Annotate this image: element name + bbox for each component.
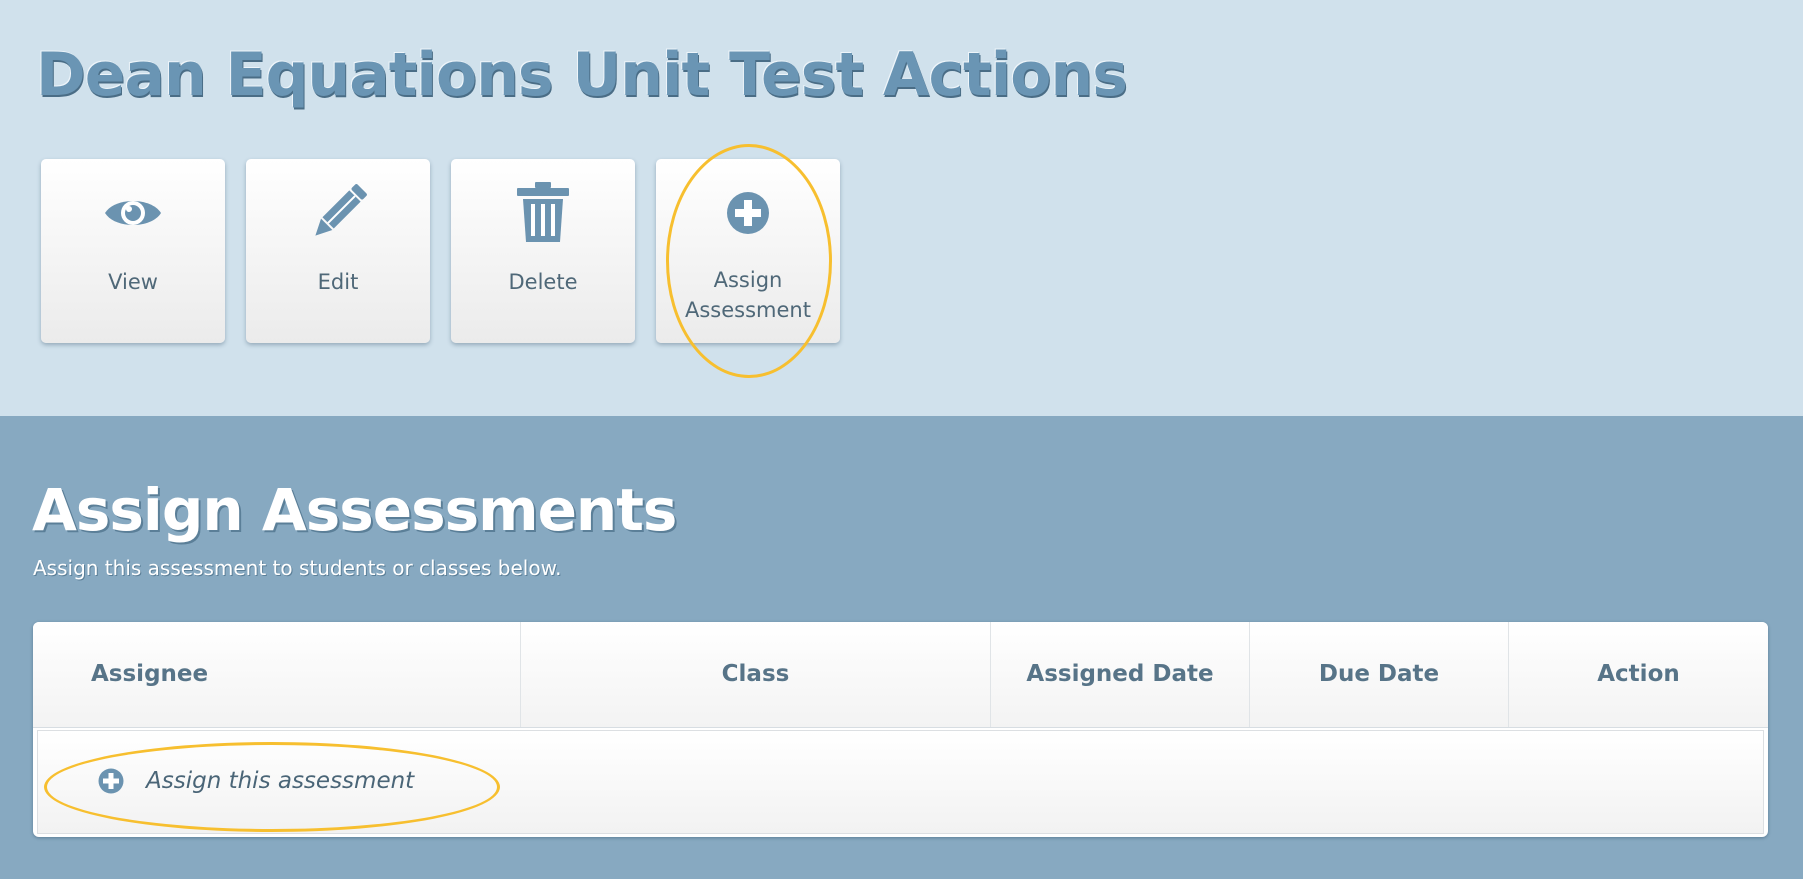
page-title: Dean Equations Unit Test Actions <box>36 40 1128 110</box>
assign-assessment-button[interactable]: Assign Assessment <box>656 159 840 343</box>
section-title: Assign Assessments <box>32 476 677 544</box>
plus-circle-icon <box>716 183 780 243</box>
column-header-action: Action <box>1597 661 1680 687</box>
trash-icon <box>511 182 575 243</box>
assign-link-label: Assign this assessment <box>146 768 415 794</box>
column-header-class: Class <box>521 622 991 727</box>
column-header-due-date: Due Date <box>1250 622 1509 727</box>
column-header-assignee: Assignee <box>33 622 521 727</box>
delete-button[interactable]: Delete <box>451 159 635 343</box>
actions-panel: Dean Equations Unit Test Actions View Ed… <box>0 0 1803 416</box>
table-row: Assign this assessment <box>37 730 1764 834</box>
plus-circle-icon <box>98 768 124 794</box>
assign-assessment-label-line2: Assessment <box>685 298 811 322</box>
view-button[interactable]: View <box>41 159 225 343</box>
edit-button[interactable]: Edit <box>246 159 430 343</box>
eye-icon <box>101 183 165 243</box>
edit-button-label: Edit <box>317 270 359 294</box>
view-button-label: View <box>108 270 158 294</box>
column-header-assigned-date: Assigned Date <box>991 622 1250 727</box>
pencil-icon <box>306 183 370 243</box>
assign-this-assessment-link[interactable]: Assign this assessment <box>98 761 414 801</box>
table-header: Assignee Class Assigned Date Due Date Ac… <box>33 622 1768 728</box>
assign-assessment-button-label: Assign Assessment <box>656 265 840 325</box>
delete-button-label: Delete <box>508 270 578 294</box>
section-subtitle: Assign this assessment to students or cl… <box>33 556 562 580</box>
assign-assessment-label-line1: Assign <box>713 268 783 292</box>
assignments-table: Assignee Class Assigned Date Due Date Ac… <box>33 622 1768 837</box>
